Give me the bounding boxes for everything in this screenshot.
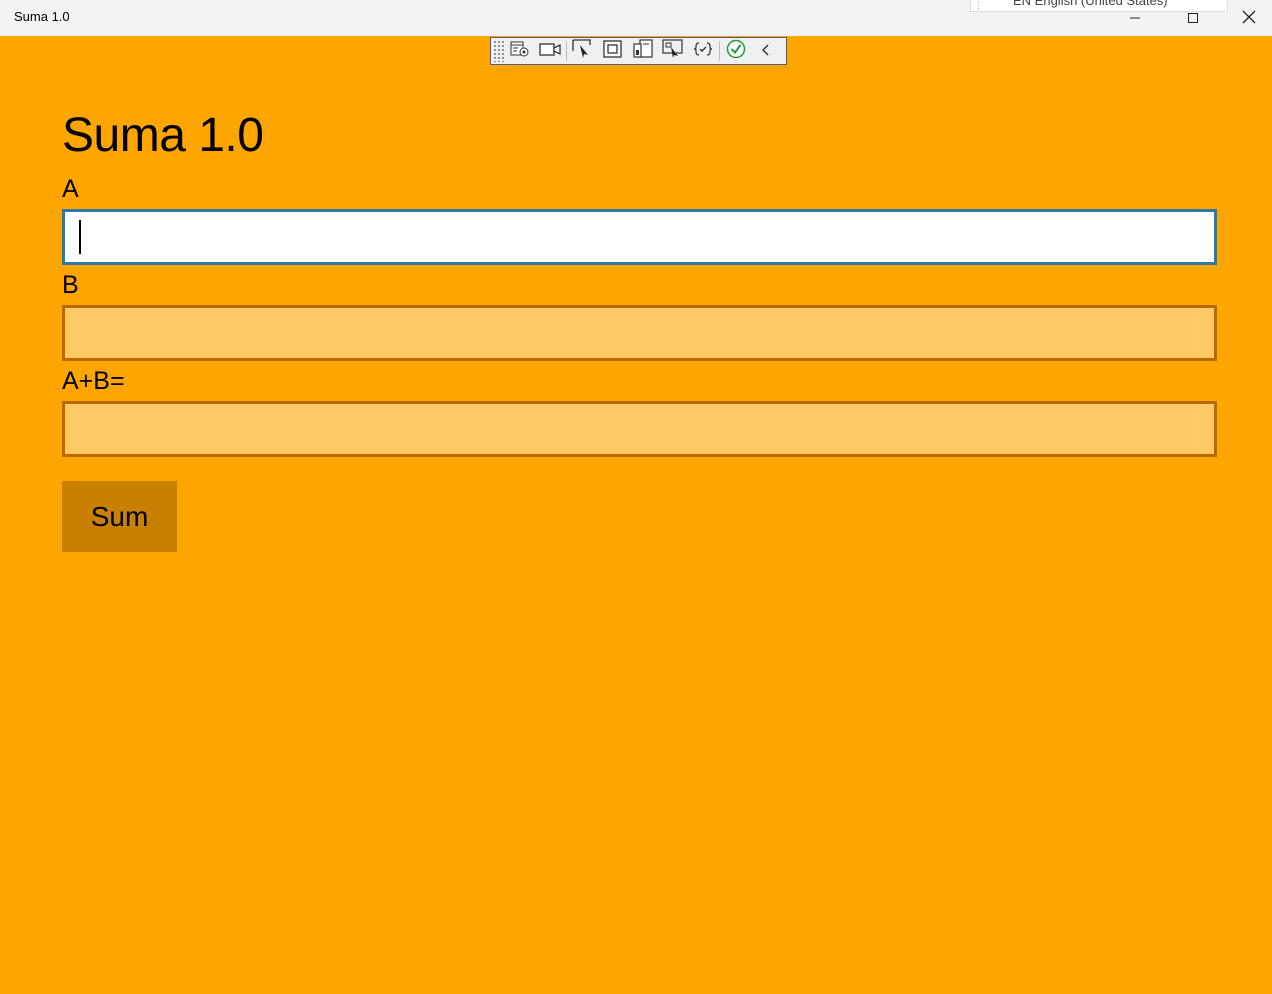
select-element-icon bbox=[572, 39, 594, 63]
close-button[interactable] bbox=[1224, 0, 1272, 36]
track-focus-icon bbox=[633, 39, 653, 63]
track-focus-button[interactable] bbox=[628, 38, 658, 64]
minimize-icon bbox=[1129, 9, 1141, 28]
xaml-debug-toolbar bbox=[490, 37, 787, 65]
toolbar-separator bbox=[719, 41, 720, 61]
field-label-a: A bbox=[62, 175, 79, 203]
layout-adorners-button[interactable] bbox=[598, 38, 628, 64]
window-title: Suma 1.0 bbox=[14, 9, 70, 24]
binding-failures-icon bbox=[693, 41, 713, 61]
binding-failures-button[interactable] bbox=[688, 38, 718, 64]
camera-button[interactable] bbox=[535, 38, 565, 64]
live-visual-tree-button[interactable] bbox=[505, 38, 535, 64]
toolbar-grip[interactable] bbox=[493, 40, 505, 62]
close-icon bbox=[1242, 9, 1256, 28]
select-element-hover-icon bbox=[662, 39, 684, 63]
result-field[interactable] bbox=[62, 401, 1217, 457]
live-visual-tree-icon bbox=[510, 40, 530, 62]
minimize-button[interactable] bbox=[1110, 0, 1160, 36]
maximize-button[interactable] bbox=[1168, 0, 1218, 36]
select-element-button[interactable] bbox=[568, 38, 598, 64]
select-hover-button[interactable] bbox=[658, 38, 688, 64]
collapse-chevron-icon bbox=[761, 42, 771, 61]
text-caret bbox=[79, 220, 81, 254]
field-label-b: B bbox=[62, 271, 79, 299]
input-b[interactable] bbox=[62, 305, 1217, 361]
field-label-result: A+B= bbox=[62, 367, 125, 395]
accessibility-check-icon bbox=[726, 39, 746, 63]
display-layout-adorners-icon bbox=[603, 40, 623, 62]
collapse-toolbar-button[interactable] bbox=[751, 38, 781, 64]
toolbar-separator bbox=[566, 41, 567, 61]
language-bar-grip[interactable]: ⋮ bbox=[974, 0, 983, 11]
input-a[interactable] bbox=[62, 209, 1217, 265]
app-title: Suma 1.0 bbox=[62, 109, 264, 162]
window-titlebar: Suma 1.0 ⋮ EN English (United States) bbox=[0, 0, 1272, 36]
maximize-icon bbox=[1187, 9, 1199, 28]
accessibility-check-button[interactable] bbox=[721, 38, 751, 64]
sum-button[interactable]: Sum bbox=[62, 481, 177, 552]
camera-icon bbox=[539, 41, 561, 61]
